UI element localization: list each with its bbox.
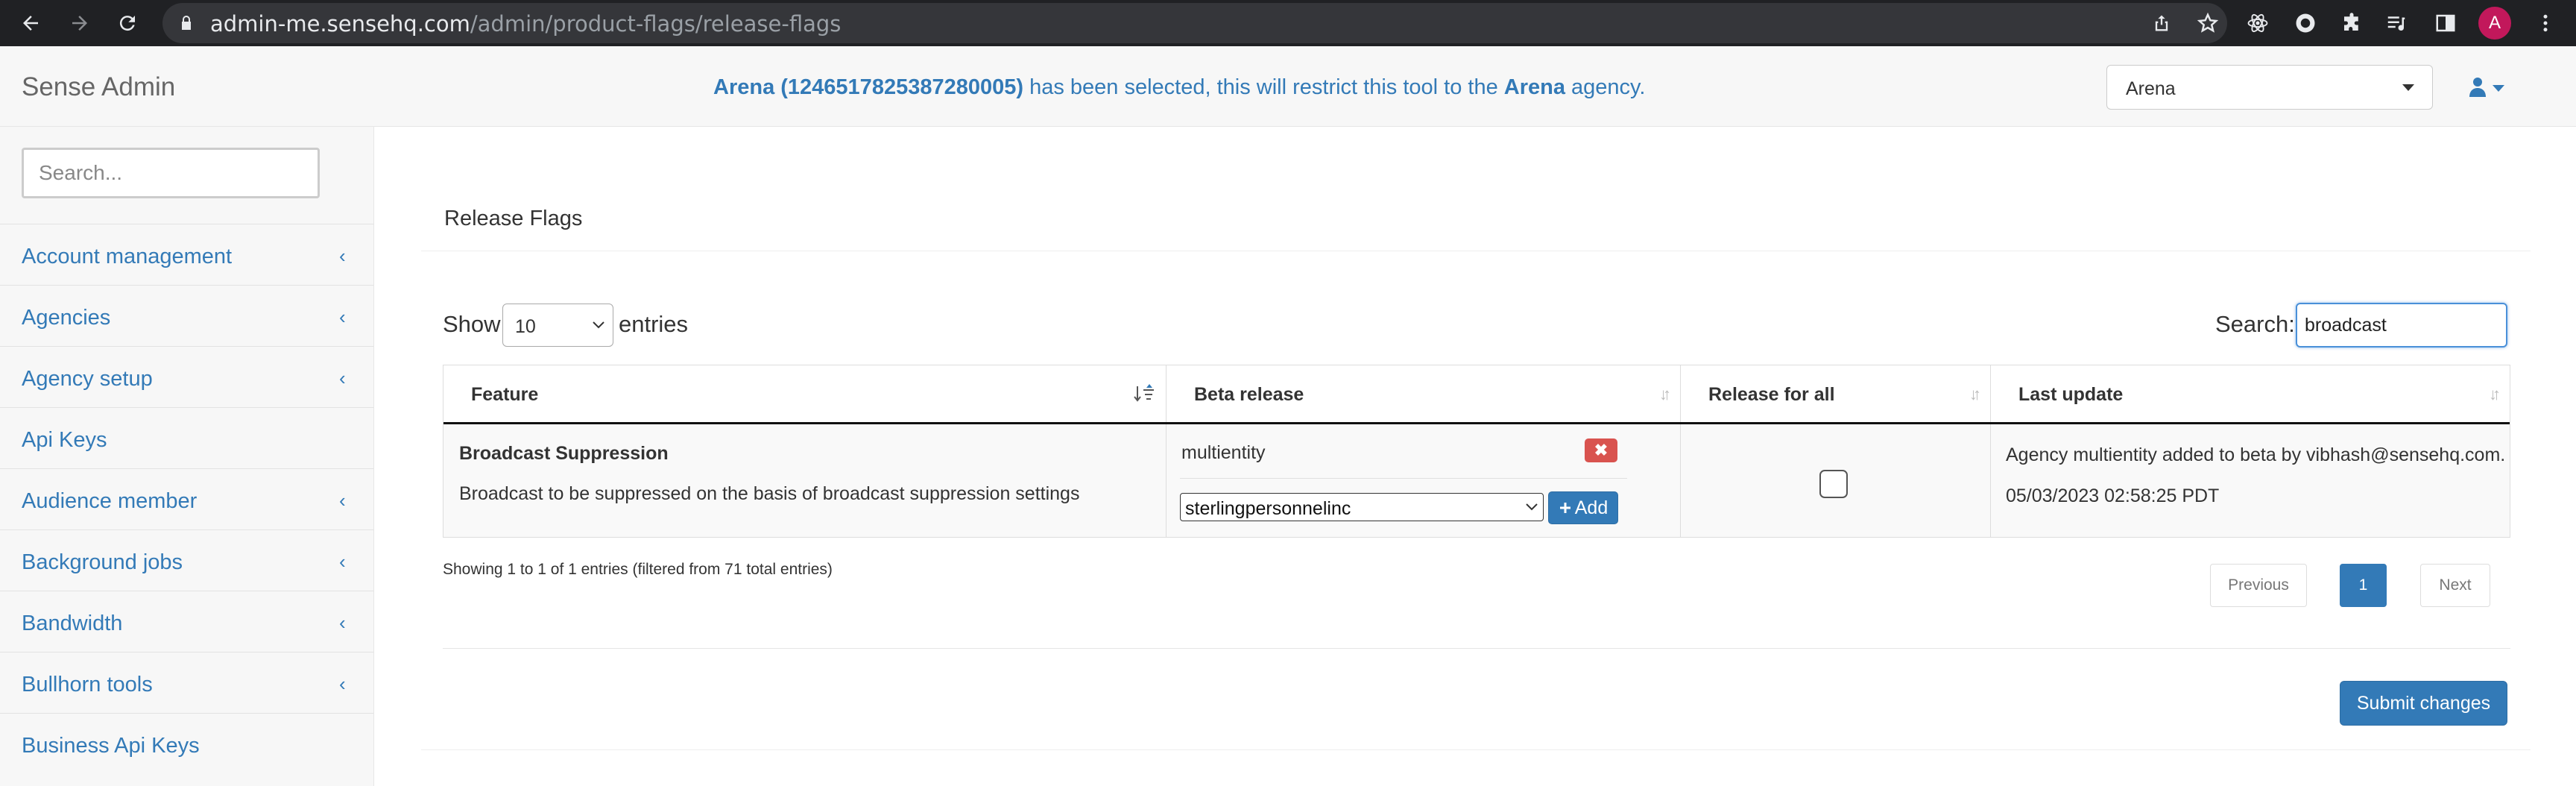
- back-icon[interactable]: [16, 9, 45, 37]
- sidebar-item-agency-setup[interactable]: Agency setup ‹: [0, 346, 373, 407]
- url-text: admin-me.sensehq.com/admin/product-flags…: [210, 11, 842, 37]
- sidebar-item-bullhorn-tools[interactable]: Bullhorn tools ‹: [0, 652, 373, 713]
- chevron-left-icon: ‹: [339, 550, 346, 573]
- sidebar-search-input[interactable]: [22, 148, 320, 198]
- agency-select[interactable]: Arena: [2106, 65, 2433, 110]
- add-agency-button[interactable]: Add: [1548, 491, 1618, 524]
- agency-picker-select[interactable]: sterlingpersonnelinc: [1180, 493, 1544, 521]
- beta-agency-name: multientity: [1181, 442, 1266, 463]
- column-header-release-for-all[interactable]: Release for all ↓↑: [1681, 365, 1991, 422]
- entries-length-select[interactable]: 10: [502, 304, 613, 347]
- sidebar-item-audience-member[interactable]: Audience member ‹: [0, 468, 373, 529]
- pagination-next[interactable]: Next: [2420, 564, 2490, 607]
- cell-feature: Broadcast Suppression Broadcast to be su…: [443, 424, 1167, 537]
- user-menu[interactable]: [2467, 76, 2515, 100]
- sidebar-item-agencies[interactable]: Agencies ‹: [0, 285, 373, 346]
- menu-dots-icon[interactable]: [2531, 9, 2560, 37]
- address-bar[interactable]: admin-me.sensehq.com/admin/product-flags…: [162, 3, 2227, 43]
- release-for-all-checkbox[interactable]: [1819, 470, 1848, 498]
- last-update-text: Agency multientity added to beta by vibh…: [2006, 444, 2506, 465]
- media-queue-icon[interactable]: [2382, 9, 2411, 37]
- sidebar-item-bandwidth[interactable]: Bandwidth ‹: [0, 591, 373, 652]
- sidebar-item-background-jobs[interactable]: Background jobs ‹: [0, 529, 373, 591]
- sidebar-item-account-management[interactable]: Account management ‹: [0, 224, 373, 285]
- forward-icon[interactable]: [66, 9, 94, 37]
- plus-icon: [1559, 503, 1570, 513]
- sort-icon: ↓↑: [2489, 385, 2501, 403]
- release-flags-table: Feature Beta release ↓↑ Release for all …: [443, 365, 2510, 538]
- sort-desc-icon: [1134, 384, 1154, 402]
- chevron-down-icon: [593, 321, 604, 329]
- caret-down-icon: [2402, 84, 2414, 91]
- entries-label: entries: [619, 311, 689, 337]
- extension-globe-icon[interactable]: [2291, 9, 2320, 37]
- panel-footer-line: [421, 749, 2531, 750]
- table-search-input[interactable]: [2296, 303, 2507, 348]
- lock-icon: [182, 16, 191, 30]
- pagination-page-1[interactable]: 1: [2340, 564, 2387, 607]
- column-header-beta-release[interactable]: Beta release ↓↑: [1167, 365, 1681, 422]
- browser-toolbar: admin-me.sensehq.com/admin/product-flags…: [0, 0, 2576, 46]
- column-header-last-update[interactable]: Last update ↓↑: [1991, 365, 2510, 422]
- page-title: Release Flags: [444, 207, 583, 230]
- chevron-left-icon: ‹: [339, 306, 346, 328]
- feature-name: Broadcast Suppression: [459, 443, 669, 464]
- cell-beta-release: multientity ✖ sterlingpersonnelinc Add: [1167, 424, 1681, 537]
- sidebar: Account management‹ Agencies‹ Agency set…: [0, 127, 374, 786]
- search-label: Search:: [2215, 311, 2295, 337]
- cell-release-for-all: [1681, 424, 1991, 537]
- chevron-down-icon: [1526, 503, 1538, 511]
- sort-icon: ↓↑: [1969, 385, 1981, 403]
- last-update-timestamp: 05/03/2023 02:58:25 PDT: [2006, 485, 2220, 506]
- show-label: Show: [443, 311, 501, 337]
- extensions-puzzle-icon[interactable]: [2337, 9, 2366, 37]
- submit-changes-button[interactable]: Submit changes: [2340, 681, 2507, 726]
- bookmark-star-icon[interactable]: [2195, 10, 2220, 36]
- user-icon: [2469, 78, 2504, 97]
- profile-avatar[interactable]: A: [2478, 7, 2511, 40]
- sidebar-nav: Account management ‹ Agencies ‹ Agency set…: [0, 224, 373, 774]
- chevron-left-icon: ‹: [339, 489, 346, 512]
- column-header-feature[interactable]: Feature: [443, 365, 1167, 422]
- table-info: Showing 1 to 1 of 1 entries (filtered fr…: [443, 561, 833, 578]
- reload-icon[interactable]: [113, 9, 142, 37]
- sort-icon: ↓↑: [1659, 385, 1671, 403]
- chevron-left-icon: ‹: [339, 611, 346, 634]
- sidebar-item-business-api-keys[interactable]: Business Api Keys: [0, 713, 373, 774]
- panel-header: Release Flags: [421, 175, 2531, 251]
- app-header: Sense Admin Arena (1246517825387280005) …: [0, 46, 2576, 127]
- pagination-previous[interactable]: Previous: [2210, 564, 2307, 607]
- close-icon: ✖: [1594, 441, 1609, 459]
- chevron-left-icon: ‹: [339, 367, 346, 389]
- share-icon[interactable]: [2149, 10, 2174, 36]
- divider: [443, 648, 2510, 649]
- divider: [1180, 478, 1627, 479]
- feature-description: Broadcast to be suppressed on the basis …: [459, 483, 1080, 504]
- react-devtools-icon[interactable]: [2244, 9, 2272, 37]
- sidepanel-icon[interactable]: [2431, 9, 2460, 37]
- remove-beta-agency-button[interactable]: ✖: [1585, 438, 1617, 462]
- cell-last-update: Agency multientity added to beta by vibh…: [1991, 424, 2510, 537]
- agency-notice: Arena (1246517825387280005) has been sel…: [713, 75, 1646, 99]
- sidebar-item-api-keys[interactable]: Api Keys: [0, 407, 373, 468]
- chevron-left-icon: ‹: [339, 673, 346, 695]
- chevron-left-icon: ‹: [339, 245, 346, 267]
- brand-title[interactable]: Sense Admin: [22, 72, 175, 102]
